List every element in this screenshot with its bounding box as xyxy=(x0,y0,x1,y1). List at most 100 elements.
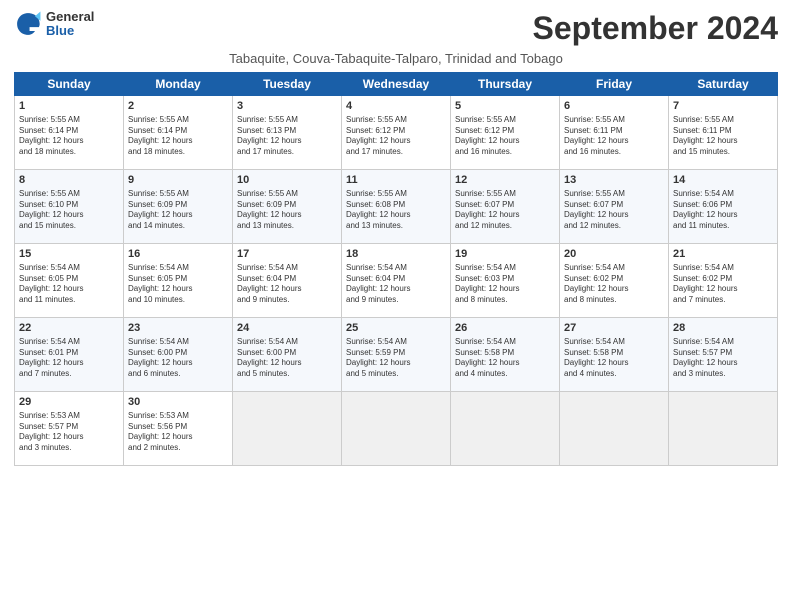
day-info: Sunrise: 5:54 AM xyxy=(128,263,228,274)
day-number: 16 xyxy=(128,247,228,262)
day-info: and 17 minutes. xyxy=(346,147,446,158)
day-info: Sunset: 5:58 PM xyxy=(455,348,555,359)
day-info: and 8 minutes. xyxy=(564,295,664,306)
day-info: Sunrise: 5:55 AM xyxy=(455,189,555,200)
day-info: and 12 minutes. xyxy=(564,221,664,232)
table-row: 12Sunrise: 5:55 AMSunset: 6:07 PMDayligh… xyxy=(451,170,560,244)
day-info: and 7 minutes. xyxy=(19,369,119,380)
day-info: Sunrise: 5:54 AM xyxy=(346,337,446,348)
table-row: 6Sunrise: 5:55 AMSunset: 6:11 PMDaylight… xyxy=(560,96,669,170)
table-row: 19Sunrise: 5:54 AMSunset: 6:03 PMDayligh… xyxy=(451,244,560,318)
table-row: 25Sunrise: 5:54 AMSunset: 5:59 PMDayligh… xyxy=(342,318,451,392)
day-info: Daylight: 12 hours xyxy=(346,136,446,147)
table-row: 8Sunrise: 5:55 AMSunset: 6:10 PMDaylight… xyxy=(15,170,124,244)
day-info: Daylight: 12 hours xyxy=(564,284,664,295)
day-info: and 16 minutes. xyxy=(564,147,664,158)
day-info: Sunset: 5:59 PM xyxy=(346,348,446,359)
day-info: Sunset: 6:11 PM xyxy=(564,126,664,137)
table-row xyxy=(560,392,669,466)
day-info: and 13 minutes. xyxy=(346,221,446,232)
day-info: Sunset: 5:57 PM xyxy=(673,348,773,359)
day-info: Sunset: 6:10 PM xyxy=(19,200,119,211)
day-info: Daylight: 12 hours xyxy=(128,358,228,369)
day-info: and 3 minutes. xyxy=(19,443,119,454)
table-row: 13Sunrise: 5:55 AMSunset: 6:07 PMDayligh… xyxy=(560,170,669,244)
day-info: Daylight: 12 hours xyxy=(455,284,555,295)
day-info: and 7 minutes. xyxy=(673,295,773,306)
day-info: Daylight: 12 hours xyxy=(455,136,555,147)
day-number: 17 xyxy=(237,247,337,262)
day-info: and 8 minutes. xyxy=(455,295,555,306)
day-info: Sunset: 6:02 PM xyxy=(673,274,773,285)
day-number: 19 xyxy=(455,247,555,262)
table-row xyxy=(669,392,778,466)
logo-blue-text: Blue xyxy=(46,24,94,38)
day-number: 11 xyxy=(346,173,446,188)
day-number: 15 xyxy=(19,247,119,262)
day-info: Daylight: 12 hours xyxy=(564,358,664,369)
day-info: and 4 minutes. xyxy=(564,369,664,380)
col-thursday: Thursday xyxy=(451,73,560,96)
day-info: Daylight: 12 hours xyxy=(237,284,337,295)
table-row: 27Sunrise: 5:54 AMSunset: 5:58 PMDayligh… xyxy=(560,318,669,392)
table-row: 9Sunrise: 5:55 AMSunset: 6:09 PMDaylight… xyxy=(124,170,233,244)
table-row: 22Sunrise: 5:54 AMSunset: 6:01 PMDayligh… xyxy=(15,318,124,392)
day-number: 28 xyxy=(673,321,773,336)
day-info: Daylight: 12 hours xyxy=(128,284,228,295)
day-info: and 5 minutes. xyxy=(237,369,337,380)
day-info: Sunset: 6:14 PM xyxy=(19,126,119,137)
day-info: Sunrise: 5:54 AM xyxy=(128,337,228,348)
page: General Blue September 2024 Tabaquite, C… xyxy=(0,0,792,476)
day-info: Sunrise: 5:55 AM xyxy=(455,115,555,126)
calendar-table: Sunday Monday Tuesday Wednesday Thursday… xyxy=(14,72,778,466)
day-info: Daylight: 12 hours xyxy=(128,136,228,147)
day-info: Daylight: 12 hours xyxy=(346,358,446,369)
col-sunday: Sunday xyxy=(15,73,124,96)
day-info: Sunset: 6:12 PM xyxy=(346,126,446,137)
table-row: 11Sunrise: 5:55 AMSunset: 6:08 PMDayligh… xyxy=(342,170,451,244)
header: General Blue September 2024 xyxy=(14,10,778,47)
day-info: Sunset: 6:07 PM xyxy=(564,200,664,211)
day-number: 14 xyxy=(673,173,773,188)
day-info: Sunrise: 5:54 AM xyxy=(455,263,555,274)
day-info: Sunrise: 5:54 AM xyxy=(237,337,337,348)
table-row: 3Sunrise: 5:55 AMSunset: 6:13 PMDaylight… xyxy=(233,96,342,170)
day-info: and 14 minutes. xyxy=(128,221,228,232)
day-info: and 10 minutes. xyxy=(128,295,228,306)
day-info: Sunrise: 5:54 AM xyxy=(564,263,664,274)
day-number: 4 xyxy=(346,99,446,114)
day-info: and 3 minutes. xyxy=(673,369,773,380)
day-info: and 9 minutes. xyxy=(346,295,446,306)
day-info: Sunrise: 5:53 AM xyxy=(19,411,119,422)
day-info: Sunrise: 5:55 AM xyxy=(237,115,337,126)
subtitle: Tabaquite, Couva-Tabaquite-Talparo, Trin… xyxy=(14,51,778,66)
day-info: Daylight: 12 hours xyxy=(346,284,446,295)
week-row-3: 15Sunrise: 5:54 AMSunset: 6:05 PMDayligh… xyxy=(15,244,778,318)
day-number: 26 xyxy=(455,321,555,336)
day-info: Sunset: 6:04 PM xyxy=(237,274,337,285)
header-row: Sunday Monday Tuesday Wednesday Thursday… xyxy=(15,73,778,96)
day-number: 6 xyxy=(564,99,664,114)
table-row: 5Sunrise: 5:55 AMSunset: 6:12 PMDaylight… xyxy=(451,96,560,170)
table-row: 20Sunrise: 5:54 AMSunset: 6:02 PMDayligh… xyxy=(560,244,669,318)
day-info: Sunrise: 5:54 AM xyxy=(346,263,446,274)
table-row: 21Sunrise: 5:54 AMSunset: 6:02 PMDayligh… xyxy=(669,244,778,318)
day-number: 29 xyxy=(19,395,119,410)
week-row-2: 8Sunrise: 5:55 AMSunset: 6:10 PMDaylight… xyxy=(15,170,778,244)
day-info: Sunrise: 5:54 AM xyxy=(19,263,119,274)
day-number: 13 xyxy=(564,173,664,188)
table-row: 29Sunrise: 5:53 AMSunset: 5:57 PMDayligh… xyxy=(15,392,124,466)
day-info: Sunset: 6:14 PM xyxy=(128,126,228,137)
table-row: 10Sunrise: 5:55 AMSunset: 6:09 PMDayligh… xyxy=(233,170,342,244)
day-info: Sunrise: 5:55 AM xyxy=(346,189,446,200)
day-info: Sunrise: 5:55 AM xyxy=(19,189,119,200)
day-number: 21 xyxy=(673,247,773,262)
day-info: Sunset: 6:07 PM xyxy=(455,200,555,211)
day-info: Sunrise: 5:55 AM xyxy=(237,189,337,200)
day-info: Daylight: 12 hours xyxy=(19,432,119,443)
day-info: and 5 minutes. xyxy=(346,369,446,380)
day-number: 30 xyxy=(128,395,228,410)
day-info: Daylight: 12 hours xyxy=(237,136,337,147)
day-info: Daylight: 12 hours xyxy=(19,136,119,147)
day-info: Sunrise: 5:54 AM xyxy=(455,337,555,348)
